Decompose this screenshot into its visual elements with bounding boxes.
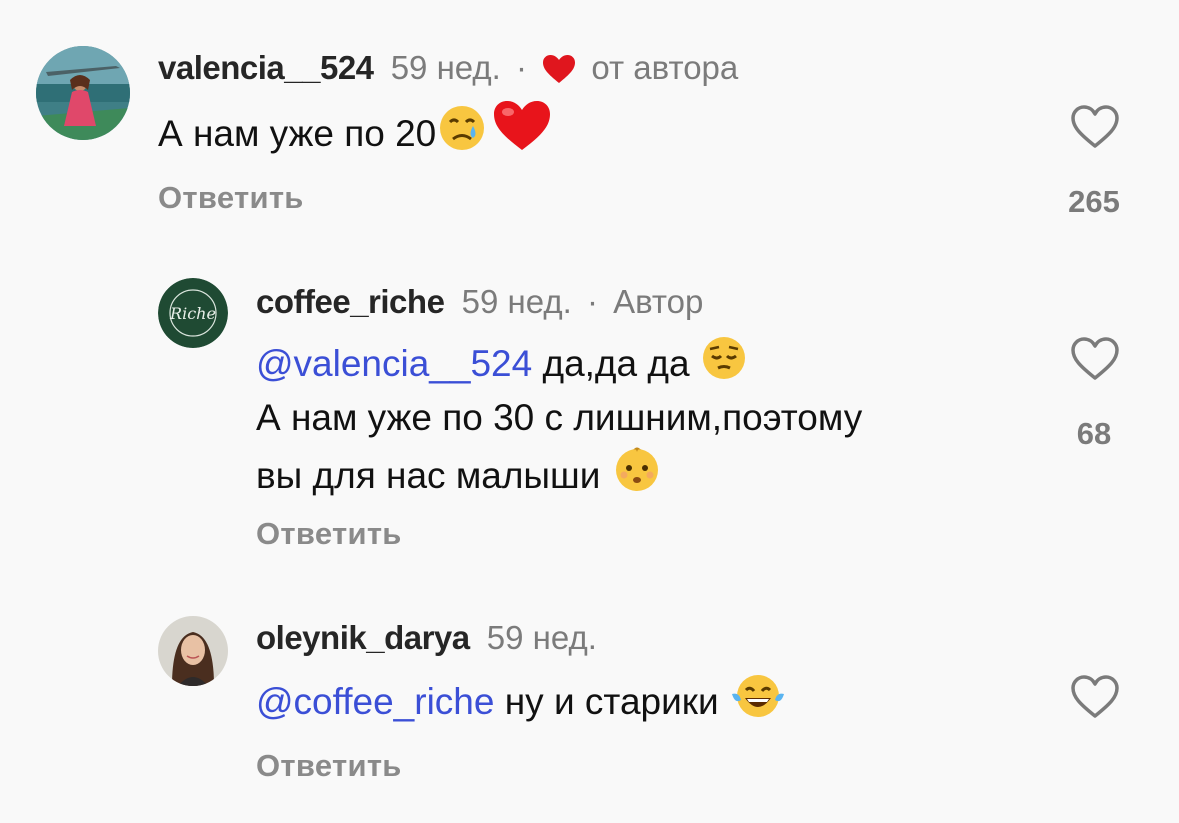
comment-meta: oleynik_darya 59 нед. bbox=[256, 618, 597, 658]
comments-thread: valencia__524 59 нед. · от автора А нам … bbox=[0, 0, 1179, 823]
username[interactable]: oleynik_darya bbox=[256, 619, 470, 656]
tears-of-joy-face-icon bbox=[729, 670, 787, 734]
reply-button[interactable]: Ответить bbox=[256, 748, 402, 784]
comment-oleynik-darya: oleynik_darya 59 нед. @coffee_riche ну и… bbox=[0, 0, 1179, 823]
timestamp: 59 нед. bbox=[486, 619, 597, 656]
comment-text-content: ну и старики bbox=[504, 681, 719, 722]
like-heart-outline-icon[interactable] bbox=[1070, 674, 1120, 720]
mention-link[interactable]: @coffee_riche bbox=[256, 681, 494, 722]
comment-text: @coffee_riche ну и старики bbox=[256, 670, 787, 734]
avatar[interactable] bbox=[158, 616, 228, 686]
